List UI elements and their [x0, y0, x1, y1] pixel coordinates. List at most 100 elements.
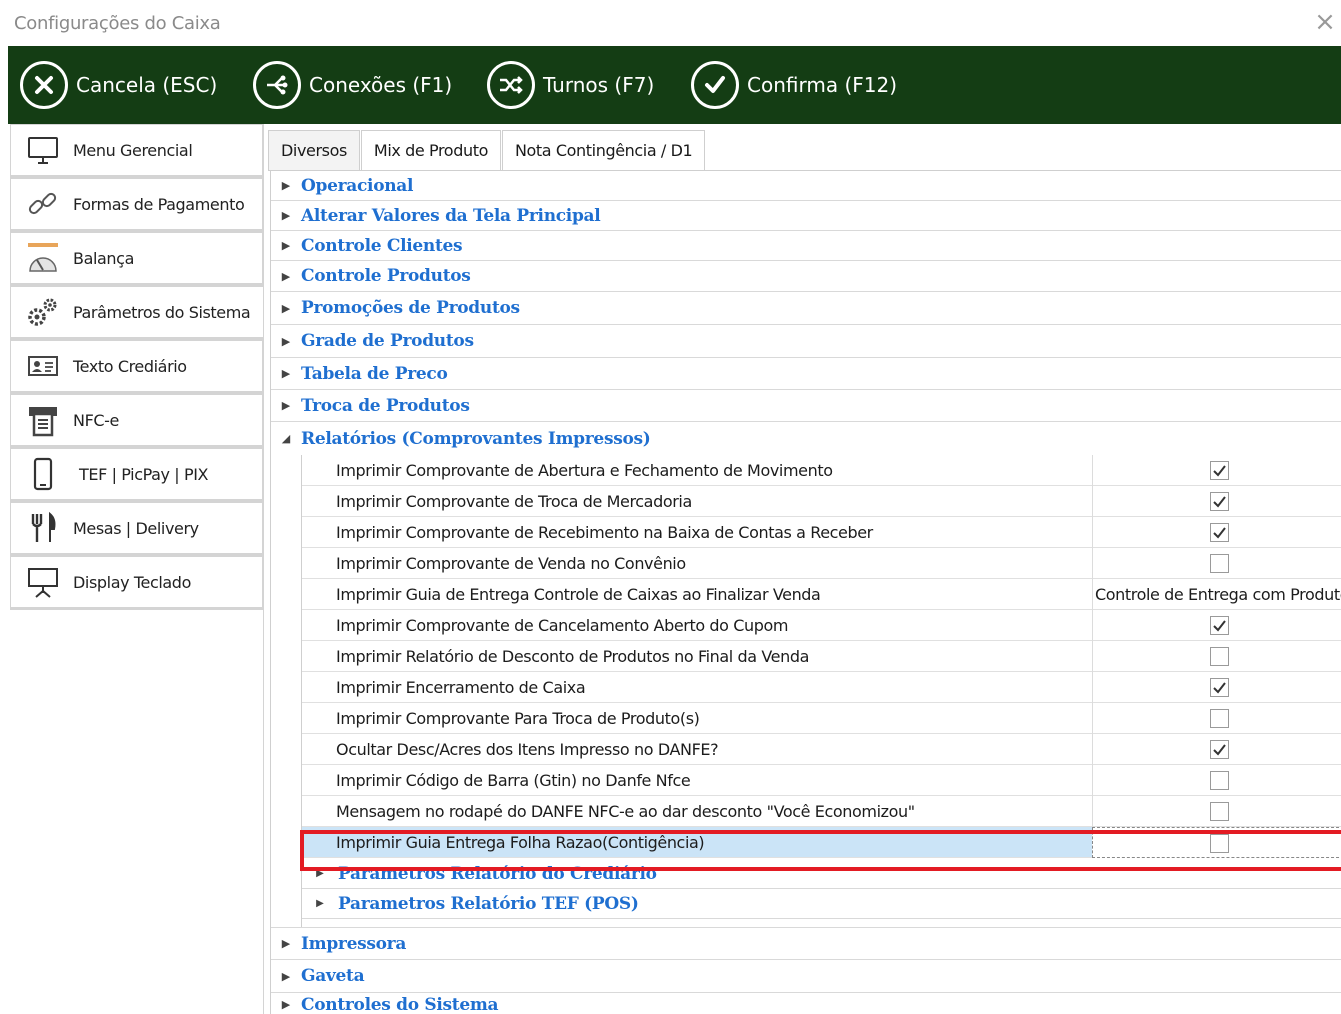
group-promocoes[interactable]: ▶ Promoções de Produtos: [271, 292, 1341, 325]
expand-arrow-icon[interactable]: ▶: [302, 868, 338, 879]
setting-row-selected[interactable]: Imprimir Guia Entrega Folha Razao(Contig…: [302, 827, 1341, 858]
checkbox[interactable]: [1210, 554, 1229, 573]
group-controle-produtos[interactable]: ▶ Controle Produtos: [271, 261, 1341, 292]
checkbox[interactable]: [1210, 834, 1229, 853]
expand-arrow-icon[interactable]: ▶: [302, 898, 338, 909]
checkbox[interactable]: [1210, 802, 1229, 821]
group-label: Controle Produtos: [301, 266, 471, 286]
setting-row[interactable]: Imprimir Guia de Entrega Controle de Cai…: [302, 579, 1341, 610]
checkbox[interactable]: [1210, 709, 1229, 728]
sidebar-item-label: Balança: [73, 248, 134, 268]
expand-arrow-icon[interactable]: ▶: [271, 937, 301, 950]
checkbox[interactable]: [1210, 523, 1229, 542]
setting-label: Imprimir Encerramento de Caixa: [336, 678, 586, 697]
checkbox[interactable]: [1210, 740, 1229, 759]
scale-icon: [23, 238, 63, 278]
sidebar-item-tef[interactable]: TEF | PicPay | PIX: [10, 448, 263, 502]
sidebar-item-nfce[interactable]: NFC-e: [10, 394, 263, 448]
setting-label: Imprimir Relatório de Desconto de Produt…: [336, 647, 810, 666]
collapse-arrow-icon[interactable]: ◢: [271, 432, 301, 445]
setting-row[interactable]: Imprimir Comprovante Para Troca de Produ…: [302, 703, 1341, 734]
main-panel: Diversos Mix de Produto Nota Contingênci…: [263, 124, 1341, 1014]
checkbox[interactable]: [1210, 616, 1229, 635]
tab-mix-produto[interactable]: Mix de Produto: [360, 130, 501, 170]
expand-arrow-icon[interactable]: ▶: [271, 270, 301, 283]
title-bar: Configurações do Caixa ×: [0, 0, 1341, 46]
setting-row[interactable]: Imprimir Código de Barra (Gtin) no Danfe…: [302, 765, 1341, 796]
group-label: Operacional: [301, 175, 414, 196]
sidebar-item-formas-pagamento[interactable]: Formas de Pagamento: [10, 178, 263, 232]
sidebar-item-label: Mesas | Delivery: [73, 518, 199, 538]
group-troca-produtos[interactable]: ▶ Troca de Produtos: [271, 390, 1341, 422]
group-impressora[interactable]: ▶ Impressora: [271, 927, 1341, 960]
expand-arrow-icon[interactable]: ▶: [271, 399, 301, 412]
tab-strip: Diversos Mix de Produto Nota Contingênci…: [268, 130, 706, 170]
setting-row[interactable]: Imprimir Comprovante de Recebimento na B…: [302, 517, 1341, 548]
group-controles-sistema[interactable]: ▶ Controles do Sistema: [271, 993, 1341, 1014]
expand-arrow-icon[interactable]: ▶: [271, 335, 301, 348]
checkbox[interactable]: [1210, 771, 1229, 790]
group-label: Grade de Produtos: [301, 331, 474, 351]
link-icon: [23, 184, 63, 224]
sidebar-item-mesas-delivery[interactable]: Mesas | Delivery: [10, 502, 263, 556]
setting-row[interactable]: Imprimir Comprovante de Abertura e Fecha…: [302, 455, 1341, 486]
group-grade[interactable]: ▶ Grade de Produtos: [271, 325, 1341, 358]
sidebar-item-balanca[interactable]: Balança: [10, 232, 263, 286]
setting-row[interactable]: Imprimir Relatório de Desconto de Produt…: [302, 641, 1341, 672]
shifts-button[interactable]: Turnos (F7): [487, 59, 654, 111]
group-controle-clientes[interactable]: ▶ Controle Clientes: [271, 231, 1341, 261]
expand-arrow-icon[interactable]: ▶: [271, 179, 301, 192]
checkbox[interactable]: [1210, 678, 1229, 697]
expand-arrow-icon[interactable]: ▶: [271, 367, 301, 380]
group-label: Relatórios (Comprovantes Impressos): [301, 428, 651, 449]
expand-arrow-icon[interactable]: ▶: [271, 209, 301, 222]
setting-value[interactable]: Controle de Entrega com Produto: [1095, 585, 1341, 604]
subgroup-label: Parametros Relatório TEF (POS): [338, 893, 639, 914]
sidebar-item-parametros-sistema[interactable]: Parâmetros do Sistema: [10, 286, 263, 340]
checkbox[interactable]: [1210, 461, 1229, 480]
smartphone-icon: [23, 454, 63, 494]
checkbox[interactable]: [1210, 647, 1229, 666]
window-title: Configurações do Caixa: [14, 13, 221, 34]
setting-label: Imprimir Guia de Entrega Controle de Cai…: [336, 585, 821, 604]
tab-nota-contingencia[interactable]: Nota Contingência / D1: [501, 130, 706, 170]
setting-row[interactable]: Imprimir Comprovante de Troca de Mercado…: [302, 486, 1341, 517]
group-operacional[interactable]: ▶ Operacional: [271, 171, 1341, 201]
close-icon[interactable]: ×: [1311, 8, 1339, 36]
sidebar-item-label: Formas de Pagamento: [73, 194, 245, 214]
confirm-button[interactable]: Confirma (F12): [691, 59, 897, 111]
setting-label: Imprimir Comprovante de Cancelamento Abe…: [336, 616, 789, 635]
subgroup-tef-pos[interactable]: ▶ Parametros Relatório TEF (POS): [302, 889, 1341, 919]
setting-row[interactable]: Ocultar Desc/Acres dos Itens Impresso no…: [302, 734, 1341, 765]
sidebar-item-display-teclado[interactable]: Display Teclado: [10, 556, 263, 610]
expand-arrow-icon[interactable]: ▶: [271, 302, 301, 315]
sidebar-item-label: Parâmetros do Sistema: [73, 302, 251, 322]
group-label: Controle Clientes: [301, 235, 463, 256]
connections-button[interactable]: Conexões (F1): [253, 59, 452, 111]
checkbox[interactable]: [1210, 492, 1229, 511]
toolbar: Cancela (ESC) Conexões (F1) Turnos (F7) …: [8, 46, 1341, 124]
setting-row[interactable]: Imprimir Comprovante de Cancelamento Abe…: [302, 610, 1341, 641]
expand-arrow-icon[interactable]: ▶: [271, 239, 301, 252]
group-relatorios[interactable]: ◢ Relatórios (Comprovantes Impressos): [271, 422, 1341, 455]
subgroup-crediario[interactable]: ▶ Parametros Relatório do Crediário: [302, 859, 1341, 889]
tab-diversos[interactable]: Diversos: [268, 130, 360, 170]
setting-label: Imprimir Comprovante Para Troca de Produ…: [336, 709, 700, 728]
cancel-button[interactable]: Cancela (ESC): [20, 59, 217, 111]
expand-arrow-icon[interactable]: ▶: [271, 970, 301, 983]
check-circle-icon: [691, 61, 739, 109]
expand-arrow-icon[interactable]: ▶: [271, 993, 301, 1011]
sidebar-item-menu-gerencial[interactable]: Menu Gerencial: [10, 124, 263, 178]
group-alterar-valores[interactable]: ▶ Alterar Valores da Tela Principal: [271, 201, 1341, 231]
setting-row[interactable]: Imprimir Comprovante de Venda no Convêni…: [302, 548, 1341, 579]
id-card-icon: [23, 346, 63, 386]
gears-icon: [23, 292, 63, 332]
group-gaveta[interactable]: ▶ Gaveta: [271, 960, 1341, 993]
sidebar-item-label: Display Teclado: [73, 572, 191, 592]
setting-label: Imprimir Guia Entrega Folha Razao(Contig…: [336, 833, 705, 852]
sidebar-item-texto-crediario[interactable]: Texto Crediário: [10, 340, 263, 394]
group-tabela-preco[interactable]: ▶ Tabela de Preco: [271, 358, 1341, 390]
setting-row[interactable]: Imprimir Encerramento de Caixa: [302, 672, 1341, 703]
setting-row[interactable]: Mensagem no rodapé do DANFE NFC-e ao dar…: [302, 796, 1341, 827]
receipt-printer-icon: [23, 400, 63, 440]
